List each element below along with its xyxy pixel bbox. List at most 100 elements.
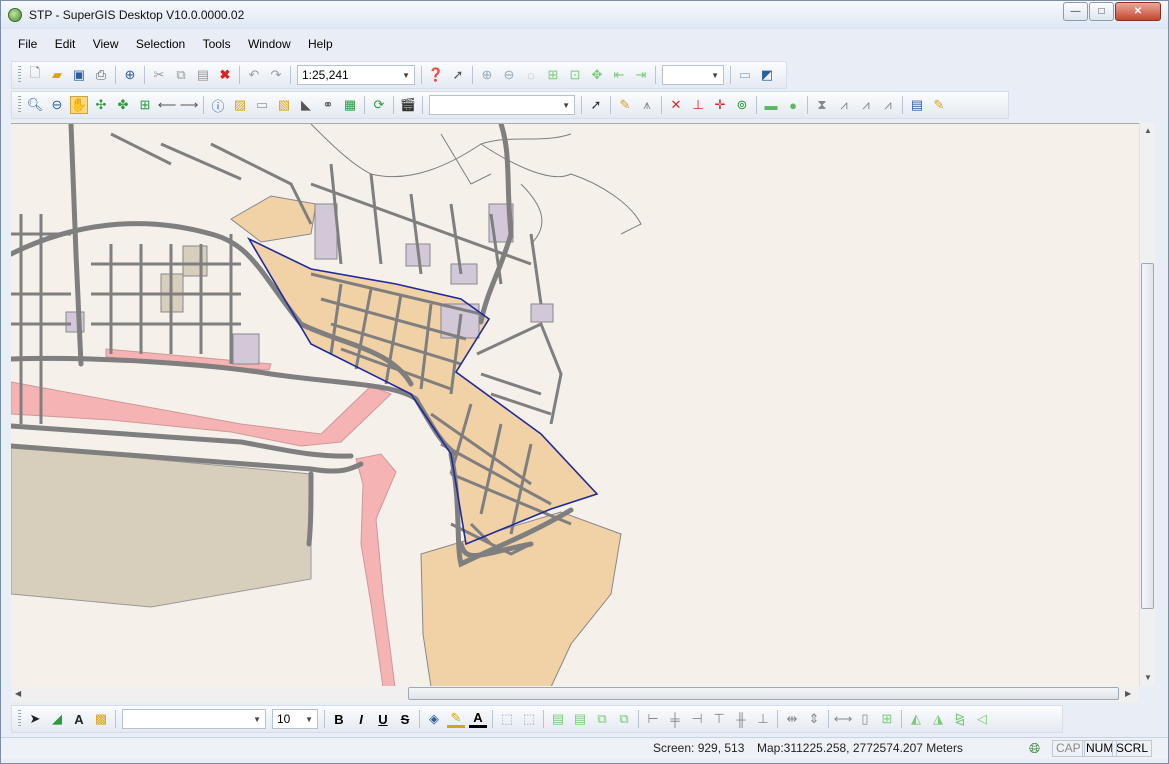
horizontal-scroll-thumb[interactable] xyxy=(408,687,1119,700)
group-icon[interactable]: ⬚ xyxy=(498,710,516,728)
layout-forward-icon[interactable]: ⇥ xyxy=(632,66,650,84)
layout-zoom-100-icon[interactable]: ◌ xyxy=(522,66,540,84)
menu-view[interactable]: View xyxy=(86,34,126,54)
undo-icon[interactable]: ↶ xyxy=(245,66,263,84)
help-icon[interactable]: ❓ xyxy=(427,66,445,84)
stretch-icon[interactable]: ⩘ xyxy=(879,96,897,114)
font-name-dropdown[interactable]: ▼ xyxy=(122,709,266,729)
align-center-icon[interactable]: ╪ xyxy=(666,710,684,728)
edit-pen-icon[interactable]: ✎ xyxy=(930,96,948,114)
extend-icon[interactable]: ⩘ xyxy=(835,96,853,114)
map-canvas[interactable] xyxy=(11,124,1139,686)
fill-color-icon[interactable]: ◈ xyxy=(425,710,443,728)
scroll-down-icon[interactable]: ▼ xyxy=(1144,673,1152,682)
select-by-graphic-icon[interactable]: ▧ xyxy=(275,96,293,114)
same-size-icon[interactable]: ⊞ xyxy=(878,710,896,728)
layout-pan-icon[interactable]: ✥ xyxy=(588,66,606,84)
send-backward-icon[interactable]: ⧉ xyxy=(615,710,633,728)
close-button[interactable]: ✕ xyxy=(1115,2,1161,21)
font-color-icon[interactable]: A xyxy=(469,710,487,728)
add-data-icon[interactable]: ⊕ xyxy=(121,66,139,84)
map-scale-dropdown[interactable]: 1:25,241 ▼ xyxy=(297,65,415,85)
horizontal-scrollbar[interactable]: ◀ ▶ xyxy=(11,686,1139,702)
save-icon[interactable]: ▣ xyxy=(70,66,88,84)
minimize-button[interactable]: — xyxy=(1063,2,1088,21)
cut-icon[interactable]: ✂ xyxy=(150,66,168,84)
distribute-horizontally-icon[interactable]: ⇹ xyxy=(783,710,801,728)
target-layer-dropdown[interactable]: ▼ xyxy=(429,95,575,115)
rotate-right-icon[interactable]: ◮ xyxy=(929,710,947,728)
bring-forward-icon[interactable]: ⧉ xyxy=(593,710,611,728)
bold-button[interactable]: B xyxy=(330,710,348,728)
zoom-out-icon[interactable]: ⊖ xyxy=(48,96,66,114)
send-to-back-icon[interactable]: ▤ xyxy=(571,710,589,728)
layout-view-icon[interactable]: ◩ xyxy=(758,66,776,84)
align-middle-icon[interactable]: ╫ xyxy=(732,710,750,728)
menu-edit[interactable]: Edit xyxy=(48,34,83,54)
zoom-to-layer-icon[interactable]: ⊞ xyxy=(136,96,154,114)
forward-extent-icon[interactable]: ⟶ xyxy=(180,96,199,114)
rotate-icon[interactable]: ⊚ xyxy=(733,96,751,114)
menu-file[interactable]: File xyxy=(11,34,44,54)
animation-icon[interactable]: 🎬︎ xyxy=(399,96,417,114)
menu-selection[interactable]: Selection xyxy=(129,34,192,54)
rotate-left-icon[interactable]: ◭ xyxy=(907,710,925,728)
copy-icon[interactable]: ⧉ xyxy=(172,66,190,84)
page-setup-icon[interactable]: ▭ xyxy=(736,66,754,84)
identify-icon[interactable]: ⓘ xyxy=(209,96,227,114)
select-elements-icon[interactable]: ➤ xyxy=(26,710,44,728)
circle-icon[interactable]: ● xyxy=(784,96,802,114)
trim-icon[interactable]: ⩘ xyxy=(857,96,875,114)
sketch-dropdown-icon[interactable]: ⩚ xyxy=(638,96,656,114)
measure-icon[interactable]: ◣ xyxy=(297,96,315,114)
sketch-icon[interactable]: ✎ xyxy=(616,96,634,114)
hyperlink-icon[interactable]: ⚭ xyxy=(319,96,337,114)
menu-help[interactable]: Help xyxy=(301,34,340,54)
layout-back-icon[interactable]: ⇤ xyxy=(610,66,628,84)
refresh-icon[interactable]: ⟳ xyxy=(370,96,388,114)
same-width-icon[interactable]: ⟷ xyxy=(834,710,853,728)
scroll-left-icon[interactable]: ◀ xyxy=(15,689,21,698)
attributes-icon[interactable]: ▤ xyxy=(908,96,926,114)
distribute-vertically-icon[interactable]: ⇕ xyxy=(805,710,823,728)
draw-shape-icon[interactable]: ◢ xyxy=(48,710,66,728)
scroll-up-icon[interactable]: ▲ xyxy=(1144,126,1152,135)
align-left-icon[interactable]: ⊢ xyxy=(644,710,662,728)
vertical-scroll-thumb[interactable] xyxy=(1141,263,1154,609)
layout-zoom-dropdown[interactable]: ▼ xyxy=(662,65,724,85)
new-icon[interactable]: 🗋 xyxy=(26,65,44,84)
align-right-icon[interactable]: ⊣ xyxy=(688,710,706,728)
ungroup-icon[interactable]: ⬚ xyxy=(520,710,538,728)
move-vertex-icon[interactable]: ✛ xyxy=(711,96,729,114)
toolbar-grip[interactable] xyxy=(18,96,21,114)
pan-icon[interactable]: ✋ xyxy=(70,96,88,114)
toolbar-grip[interactable] xyxy=(18,710,21,728)
line-color-icon[interactable]: ✎ xyxy=(447,710,465,728)
layout-full-extent-icon[interactable]: ⊞ xyxy=(544,66,562,84)
underline-button[interactable]: U xyxy=(374,710,392,728)
back-extent-icon[interactable]: ⟵ xyxy=(158,96,177,114)
split-icon[interactable]: ✕ xyxy=(667,96,685,114)
flip-vertical-icon[interactable]: ◁ xyxy=(973,710,991,728)
redo-icon[interactable]: ↷ xyxy=(267,66,285,84)
print-icon[interactable]: ⎙ xyxy=(92,66,110,84)
clear-selection-icon[interactable]: ▭ xyxy=(253,96,271,114)
open-icon[interactable]: ▰ xyxy=(48,66,66,84)
layout-zoom-in-icon[interactable]: ⊕ xyxy=(478,66,496,84)
text-icon[interactable]: A xyxy=(70,710,88,728)
mirror-icon[interactable]: ⧗ xyxy=(813,96,831,114)
maximize-button[interactable]: □ xyxy=(1089,2,1114,21)
italic-button[interactable]: I xyxy=(352,710,370,728)
toolbar-grip[interactable] xyxy=(18,66,21,84)
menu-window[interactable]: Window xyxy=(241,34,298,54)
select-feature-icon[interactable]: ▨ xyxy=(231,96,249,114)
rectangle-icon[interactable]: ▬ xyxy=(762,96,780,114)
edit-tool-icon[interactable]: ➚ xyxy=(587,96,605,114)
same-height-icon[interactable]: ▯ xyxy=(856,710,874,728)
font-size-dropdown[interactable]: 10 ▼ xyxy=(272,709,318,729)
fixed-zoom-icon[interactable]: ✤ xyxy=(114,96,132,114)
new-graphics-icon[interactable]: ▩ xyxy=(92,710,110,728)
attribute-table-icon[interactable]: ▦ xyxy=(341,96,359,114)
scroll-right-icon[interactable]: ▶ xyxy=(1125,689,1131,698)
align-top-icon[interactable]: ⊤ xyxy=(710,710,728,728)
